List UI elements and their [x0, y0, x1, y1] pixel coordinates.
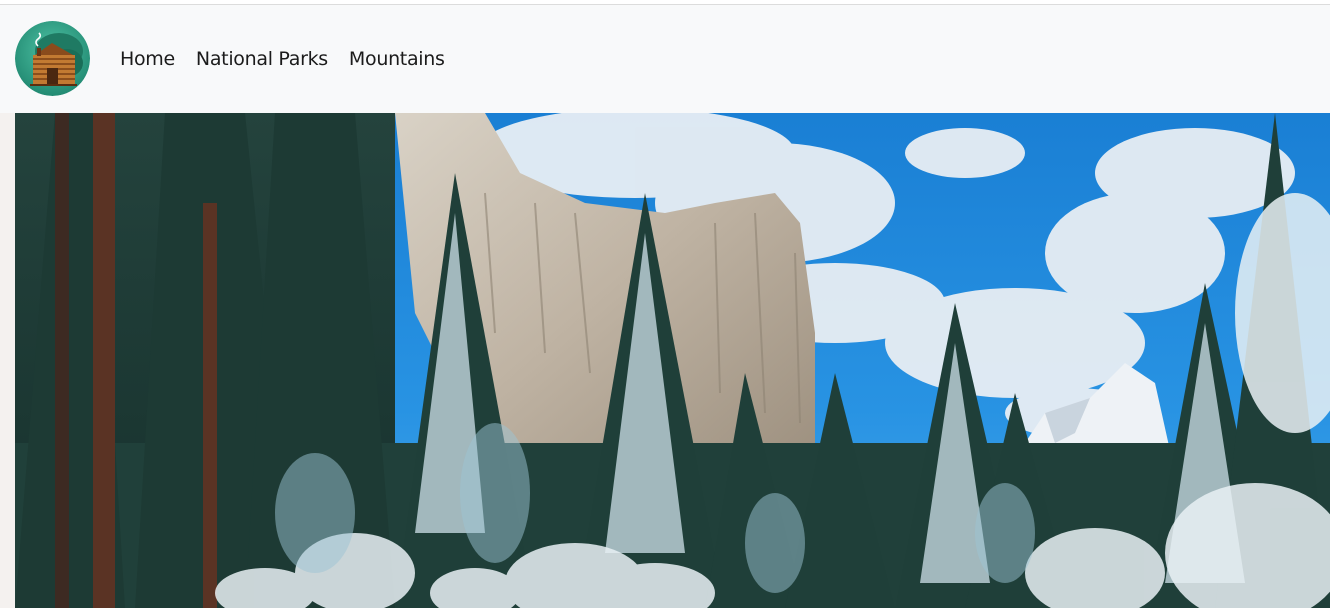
nav-menu: Home National Parks Mountains	[120, 5, 466, 113]
hero-image	[15, 113, 1330, 608]
log-cabin-icon	[15, 21, 90, 96]
left-gutter	[0, 113, 15, 608]
navbar: Home National Parks Mountains	[0, 5, 1330, 113]
nav-link-mountains[interactable]: Mountains	[349, 48, 445, 70]
page: Home National Parks Mountains	[0, 0, 1330, 608]
site-logo-link[interactable]	[15, 21, 90, 96]
hero-landscape-illustration	[15, 113, 1330, 608]
nav-link-national-parks[interactable]: National Parks	[196, 48, 328, 70]
nav-link-home[interactable]: Home	[120, 48, 175, 70]
